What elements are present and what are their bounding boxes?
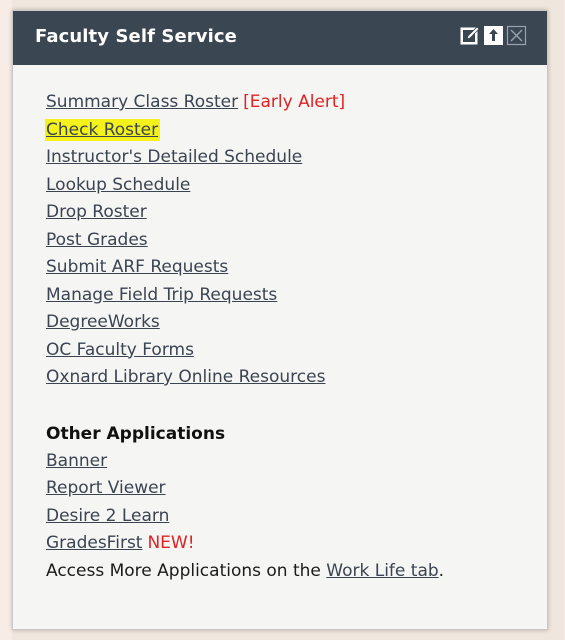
degreeworks-link[interactable]: DegreeWorks [46,312,160,332]
list-item: DegreeWorks [46,309,527,337]
summary-class-roster-link[interactable]: Summary Class Roster [46,92,238,112]
portlet-title: Faculty Self Service [35,26,237,47]
list-item: Drop Roster [46,199,527,227]
submit-arf-requests-link[interactable]: Submit ARF Requests [46,257,228,277]
work-life-tab-link[interactable]: Work Life tab [326,561,438,581]
post-grades-link[interactable]: Post Grades [46,230,148,250]
drop-roster-link[interactable]: Drop Roster [46,202,147,222]
list-item: Instructor's Detailed Schedule [46,144,527,172]
desire-2-learn-link[interactable]: Desire 2 Learn [46,506,169,526]
list-item: Lookup Schedule [46,172,527,200]
oc-faculty-forms-link[interactable]: OC Faculty Forms [46,340,194,360]
faculty-self-service-portlet: Faculty Self Service Summary Class Roste… [12,10,548,630]
list-item: Access More Applications on the Work Lif… [46,558,527,586]
portlet-controls [460,25,527,46]
report-viewer-link[interactable]: Report Viewer [46,478,166,498]
oxnard-library-online-resources-link[interactable]: Oxnard Library Online Resources [46,367,325,387]
gradesfirst-link[interactable]: GradesFirst [46,533,142,553]
portlet-header: Faculty Self Service [13,11,547,65]
close-icon[interactable] [506,25,527,46]
list-item: Banner [46,448,527,476]
early-alert-badge: [Early Alert] [243,92,346,112]
instructors-detailed-schedule-link[interactable]: Instructor's Detailed Schedule [46,147,302,167]
list-item: Submit ARF Requests [46,254,527,282]
list-item: Oxnard Library Online Resources [46,364,527,392]
check-roster-link[interactable]: Check Roster [45,118,161,141]
list-item: Desire 2 Learn [46,503,527,531]
other-applications-heading: Other Applications [46,423,226,444]
list-item: Manage Field Trip Requests [46,282,527,310]
list-item: OC Faculty Forms [46,337,527,365]
list-item: Post Grades [46,227,527,255]
other-apps-link-list: Banner Report Viewer Desire 2 Learn Grad… [46,448,527,586]
more-applications-text: Access More Applications on the [46,560,327,581]
portlet-body: Summary Class Roster [Early Alert] Check … [45,89,527,586]
list-item: GradesFirst NEW! [46,530,527,558]
edit-icon[interactable] [460,25,481,46]
lookup-schedule-link[interactable]: Lookup Schedule [46,175,190,195]
list-item: Summary Class Roster [Early Alert] [46,89,527,117]
more-applications-suffix: . [438,560,445,581]
new-badge: NEW! [147,533,195,553]
upload-icon[interactable] [483,25,504,46]
list-item: Check Roster [45,117,527,145]
faculty-link-list: Summary Class Roster [Early Alert] Check … [45,89,527,392]
list-item: Report Viewer [46,475,527,503]
banner-link[interactable]: Banner [46,451,107,471]
manage-field-trip-requests-link[interactable]: Manage Field Trip Requests [46,285,277,305]
